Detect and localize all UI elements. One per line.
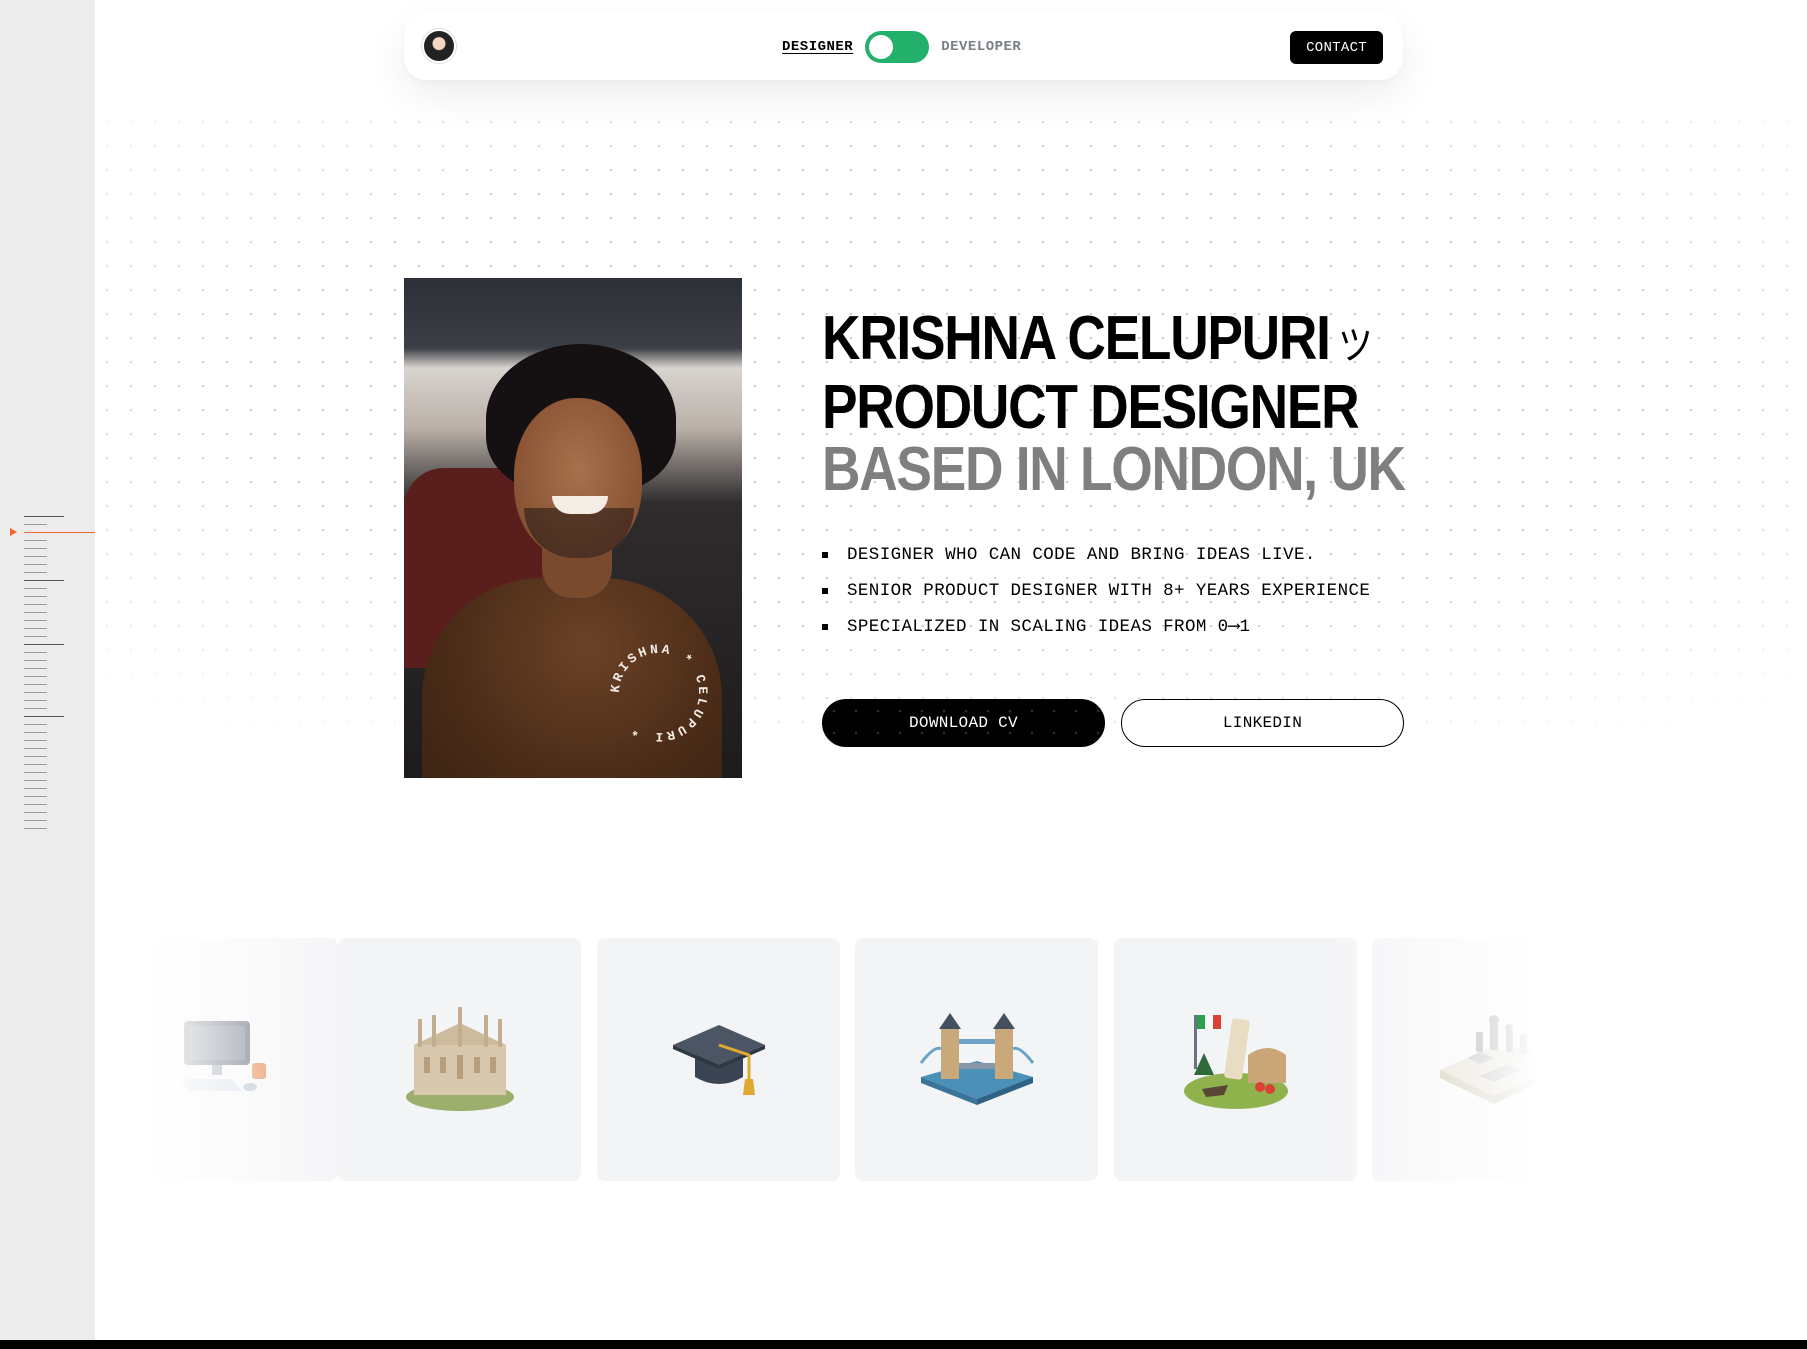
ruler-tick — [24, 740, 47, 741]
hero-bullets: DESIGNER WHO CAN CODE AND BRING IDEAS LI… — [822, 537, 1422, 645]
list-item: SENIOR PRODUCT DESIGNER WITH 8+ YEARS EX… — [822, 573, 1422, 609]
ruler-tick — [24, 636, 47, 637]
italy-landmarks-icon — [1183, 1014, 1288, 1109]
ruler-tick — [24, 676, 47, 677]
ruler-tick — [24, 572, 47, 573]
shirt-print-text: KRISHNA * CELUPURI * — [608, 642, 707, 744]
ruler-tick — [24, 660, 47, 661]
ruler-tick — [24, 780, 47, 781]
ruler-tick — [24, 772, 47, 773]
mode-switch: DESIGNER DEVELOPER — [782, 31, 1021, 63]
carousel-card[interactable] — [338, 938, 581, 1181]
ruler-tick — [24, 724, 47, 725]
carousel-fade-right — [1330, 930, 1630, 1190]
ruler-major-tick — [24, 716, 64, 717]
ruler-tick — [24, 548, 47, 549]
toggle-knob — [869, 35, 894, 59]
list-item: DESIGNER WHO CAN CODE AND BRING IDEAS LI… — [822, 537, 1422, 573]
avatar[interactable] — [422, 29, 456, 63]
carousel-card[interactable] — [597, 938, 840, 1181]
bullet-text: DESIGNER WHO CAN CODE AND BRING IDEAS LI… — [847, 545, 1316, 565]
hero-role: PRODUCT DESIGNER — [822, 373, 1360, 442]
ruler-tick — [24, 684, 47, 685]
smile-glyph-icon: ツ — [1338, 324, 1373, 368]
list-item: SPECIALIZED IN SCALING IDEAS FROM 0⟶1 — [822, 609, 1422, 645]
mode-developer-label[interactable]: DEVELOPER — [941, 39, 1021, 55]
top-nav: DESIGNER DEVELOPER CONTACT — [404, 12, 1403, 80]
ruler-tick — [24, 748, 47, 749]
scroll-indicator-icon — [10, 528, 17, 536]
profile-photo: KRISHNA * CELUPURI * — [404, 278, 742, 778]
hero-name-text: KRISHNA CELUPURI — [822, 304, 1331, 373]
carousel-fade-left — [95, 930, 355, 1190]
bullet-icon — [822, 588, 828, 594]
ruler-tick — [24, 732, 47, 733]
ruler-tick — [24, 652, 47, 653]
svg-text:KRISHNA * CELUPURI *: KRISHNA * CELUPURI * — [608, 642, 710, 744]
bullet-text: SENIOR PRODUCT DESIGNER WITH 8+ YEARS EX… — [847, 581, 1371, 601]
tower-bridge-icon — [919, 1012, 1034, 1105]
mode-toggle[interactable] — [865, 31, 930, 63]
ruler-tick — [24, 588, 47, 589]
ruler-major-tick — [24, 580, 64, 581]
ruler-tick — [24, 604, 47, 605]
ruler-tick — [24, 668, 47, 669]
ruler-tick — [24, 596, 47, 597]
hero-name: KRISHNA CELUPURI ツ — [822, 308, 1373, 377]
mode-designer-label[interactable]: DESIGNER — [782, 39, 853, 55]
ruler-tick — [24, 820, 47, 821]
ruler-tick — [24, 564, 47, 565]
download-cv-button[interactable]: DOWNLOAD CV — [822, 699, 1105, 747]
shirt-print: KRISHNA * CELUPURI * — [608, 642, 710, 744]
ruler-tick — [24, 756, 47, 757]
left-rail — [0, 0, 95, 1340]
ruler-tick — [24, 524, 47, 525]
ruler-tick — [24, 804, 47, 805]
ruler-tick — [24, 788, 47, 789]
ruler-tick — [24, 628, 47, 629]
bottom-bar — [0, 1340, 1807, 1349]
hero-text: KRISHNA CELUPURI ツ PRODUCT DESIGNER BASED… — [822, 308, 1422, 645]
scroll-ruler[interactable] — [24, 516, 95, 836]
bullet-text: SPECIALIZED IN SCALING IDEAS FROM 0⟶1 — [847, 617, 1251, 637]
scroll-position-marker — [24, 532, 95, 533]
linkedin-button[interactable]: LINKEDIN — [1121, 699, 1404, 747]
ruler-tick — [24, 796, 47, 797]
milan-cathedral-icon — [405, 1006, 514, 1111]
ruler-tick — [24, 556, 47, 557]
ruler-tick — [24, 708, 47, 709]
ruler-tick — [24, 812, 47, 813]
ruler-tick — [24, 612, 47, 613]
ruler-tick — [24, 620, 47, 621]
contact-button[interactable]: CONTACT — [1290, 31, 1383, 64]
ruler-major-tick — [24, 644, 64, 645]
carousel-card[interactable] — [855, 938, 1098, 1181]
ruler-tick — [24, 692, 47, 693]
ruler-tick — [24, 540, 47, 541]
ruler-tick — [24, 764, 47, 765]
ruler-tick — [24, 828, 47, 829]
bullet-icon — [822, 552, 828, 558]
hero-location: BASED IN LONDON, UK — [822, 435, 1406, 504]
ruler-tick — [24, 700, 47, 701]
carousel-card[interactable] — [1114, 938, 1357, 1181]
bullet-icon — [822, 624, 828, 630]
ruler-major-tick — [24, 516, 64, 517]
graduation-cap-icon — [672, 1024, 765, 1095]
hero-actions: DOWNLOAD CV LINKEDIN — [822, 699, 1404, 747]
